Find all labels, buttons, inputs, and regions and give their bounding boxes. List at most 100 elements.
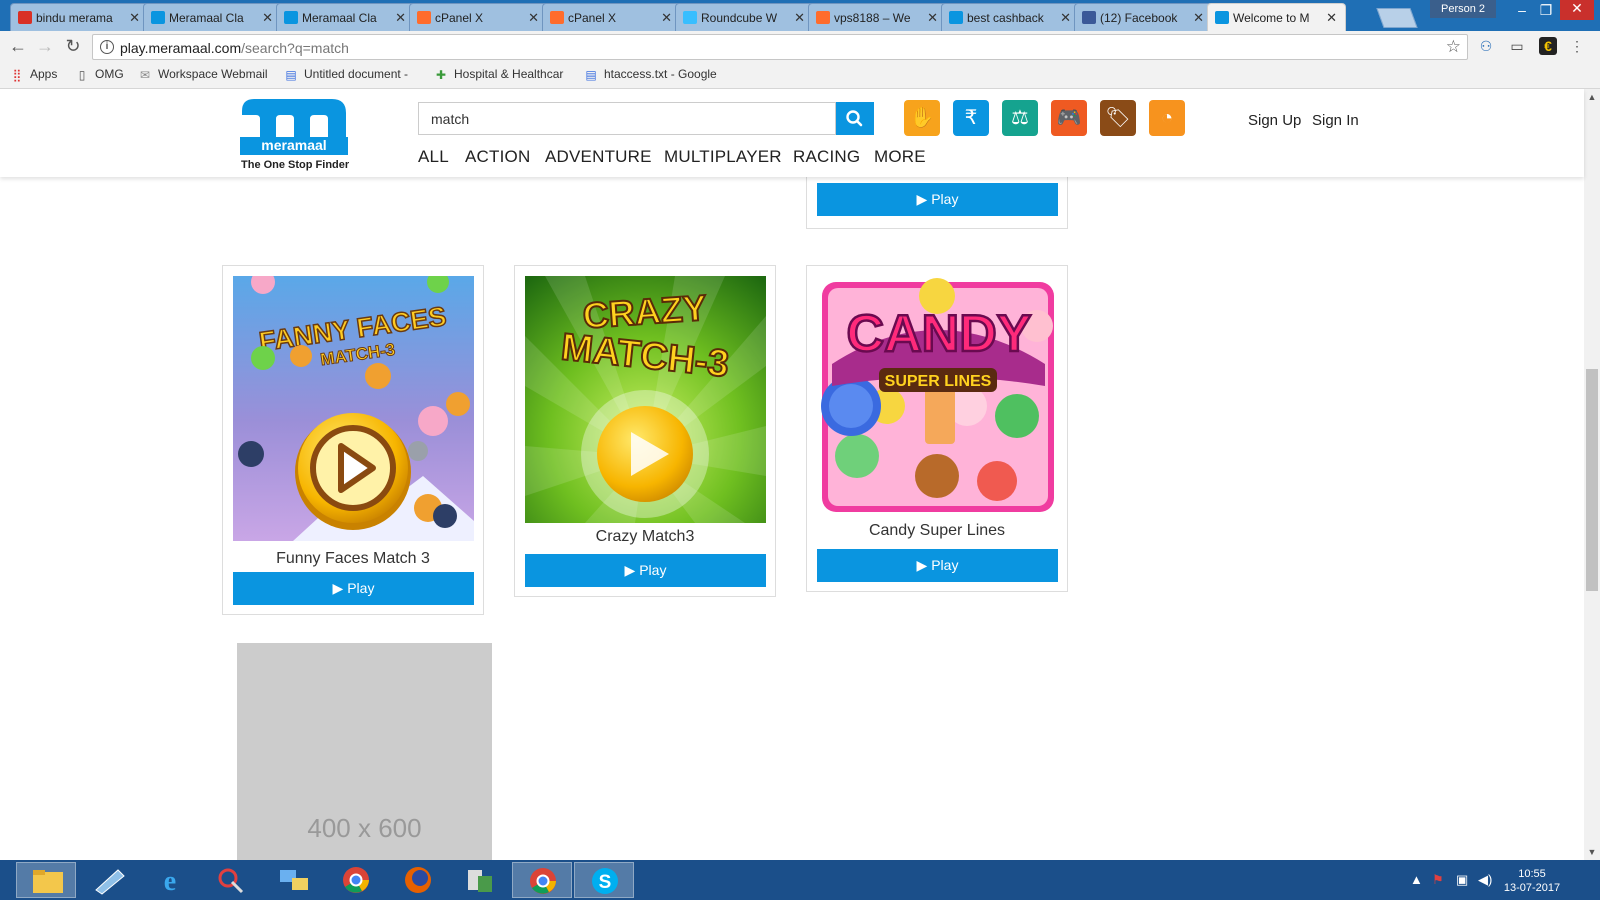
game-title[interactable]: Funny Faces Match 3 — [223, 550, 483, 568]
browser-tab[interactable]: vps8188 – We ✕ — [808, 3, 947, 31]
bookmark-item[interactable]: ✚ Hospital & Healthcar — [434, 67, 563, 82]
meramaal-icon — [151, 11, 165, 24]
game-card-funny-faces[interactable]: FANNY FACES MATCH-3 Funny Faces Match 3 … — [222, 265, 484, 615]
bookmark-item[interactable]: ▤ htaccess.txt - Google — [584, 67, 716, 82]
menu-dots-icon[interactable]: ⋮ — [1568, 37, 1586, 55]
play-button[interactable]: ▶ Play — [817, 183, 1058, 216]
tray-network-icon[interactable]: ▣ — [1456, 872, 1468, 888]
search-button[interactable] — [836, 102, 874, 135]
extension-user-icon[interactable]: ⚇ — [1477, 37, 1495, 55]
coupons-icon[interactable]: 🏷 — [1100, 100, 1136, 136]
bookmark-item[interactable]: ▤ Untitled document - — [284, 67, 408, 82]
browser-tab[interactable]: Meramaal Cla ✕ — [276, 3, 415, 31]
taskbar-file-explorer[interactable] — [16, 862, 76, 898]
tray-expand-icon[interactable]: ▲ — [1410, 872, 1423, 887]
bookmark-item[interactable]: ▯ OMG — [75, 67, 124, 82]
tray-volume-icon[interactable]: ◀) — [1478, 872, 1492, 888]
browser-tab[interactable]: (12) Facebook ✕ — [1074, 3, 1213, 31]
taskbar-clock[interactable]: 10:55 13-07-2017 — [1500, 867, 1564, 895]
game-thumbnail[interactable]: CRAZY MATCH-3 — [525, 276, 766, 523]
taskbar-firefox[interactable] — [388, 862, 448, 898]
tab-close-icon[interactable]: ✕ — [794, 10, 805, 26]
docs-icon: ▤ — [285, 68, 297, 82]
taskbar-snipping[interactable] — [202, 862, 262, 898]
taskbar-skype[interactable]: S — [574, 862, 634, 898]
nav-more[interactable]: MORE — [874, 147, 926, 167]
browser-tab[interactable]: bindu merama ✕ — [10, 3, 149, 31]
back-icon[interactable]: ← — [6, 36, 30, 57]
scroll-up-icon[interactable]: ▲ — [1584, 92, 1600, 102]
taskbar-file-manager[interactable] — [450, 862, 510, 898]
nav-all[interactable]: ALL — [418, 147, 449, 167]
url-text[interactable]: play.meramaal.com/search?q=match — [120, 40, 349, 56]
tray-flag-icon[interactable]: ⚑ — [1432, 872, 1444, 888]
scrollbar-thumb[interactable] — [1586, 369, 1598, 591]
game-thumbnail[interactable]: FANNY FACES MATCH-3 — [233, 276, 474, 541]
bookmarks-bar: ⣿ Apps ▯ OMG ✉ Workspace Webmail ▤ Untitled doc… — [0, 63, 1600, 89]
nav-adventure[interactable]: ADVENTURE — [545, 147, 652, 167]
search-input[interactable] — [418, 102, 836, 135]
extension-coin-icon[interactable]: € — [1539, 37, 1557, 55]
bookmark-item[interactable]: ✉ Workspace Webmail — [138, 67, 268, 82]
meramaal-logo[interactable]: meramaal — [240, 97, 348, 155]
nav-racing[interactable]: RACING — [793, 147, 860, 167]
ad-placeholder[interactable]: 400 x 600 — [237, 643, 492, 860]
svg-text:S: S — [599, 872, 612, 893]
play-button[interactable]: ▶ Play — [525, 554, 766, 587]
game-thumbnail[interactable]: CANDY SUPER LINES — [817, 276, 1058, 516]
tab-close-icon[interactable]: ✕ — [927, 10, 938, 26]
game-card-candy-super-lines[interactable]: CANDY SUPER LINES Candy Super Lines ▶ Pl… — [806, 265, 1068, 592]
taskbar-internet-explorer[interactable]: e — [140, 862, 200, 898]
taskbar-network-app[interactable] — [264, 862, 324, 898]
minimize-icon[interactable]: – — [1510, 2, 1534, 18]
taskbar-chrome-active[interactable] — [512, 862, 572, 898]
profile-button[interactable]: Person 2 — [1430, 0, 1496, 18]
game-card-crazy-match3[interactable]: CRAZY MATCH-3 Crazy Match3 ▶ Play — [514, 265, 776, 597]
bookmark-star-icon[interactable]: ☆ — [1446, 37, 1461, 57]
new-tab-button[interactable] — [1376, 8, 1418, 28]
scroll-down-icon[interactable]: ▼ — [1584, 847, 1600, 857]
games-icon[interactable]: 🎮 — [1051, 100, 1087, 136]
info-icon[interactable]: i — [100, 40, 114, 54]
browser-tab[interactable]: Roundcube W ✕ — [675, 3, 814, 31]
close-window-icon[interactable]: ✕ — [1560, 0, 1594, 20]
game-title[interactable]: Candy Super Lines — [807, 522, 1067, 540]
tab-close-icon[interactable]: ✕ — [262, 10, 273, 26]
play-button[interactable]: ▶ Play — [233, 572, 474, 605]
tab-close-icon[interactable]: ✕ — [1193, 10, 1204, 26]
taskbar-tool[interactable] — [78, 862, 138, 898]
tab-close-icon[interactable]: ✕ — [1326, 10, 1337, 26]
bookmark-item[interactable]: ⣿ Apps — [10, 67, 58, 82]
tab-close-icon[interactable]: ✕ — [129, 10, 140, 26]
nav-action[interactable]: ACTION — [465, 147, 530, 167]
address-bar[interactable]: i play.meramaal.com/search?q=match ☆ — [92, 34, 1468, 60]
meramaal-icon — [949, 11, 963, 24]
cpanel-icon — [816, 11, 830, 24]
tab-close-icon[interactable]: ✕ — [661, 10, 672, 26]
tab-close-icon[interactable]: ✕ — [395, 10, 406, 26]
browser-tab[interactable]: best cashback ✕ — [941, 3, 1080, 31]
browser-tab[interactable]: Welcome to M ✕ — [1207, 3, 1346, 31]
browser-tab[interactable]: cPanel X ✕ — [409, 3, 548, 31]
sign-up-link[interactable]: Sign Up — [1248, 112, 1301, 129]
forward-icon[interactable]: → — [33, 36, 57, 57]
browser-tab[interactable]: Meramaal Cla ✕ — [143, 3, 282, 31]
play-button[interactable]: ▶ Play — [817, 549, 1058, 582]
cashback-icon[interactable]: ₹ — [953, 100, 989, 136]
classifieds-icon[interactable]: ✋ — [904, 100, 940, 136]
hospital-icon: ✚ — [435, 68, 447, 82]
restore-icon[interactable]: ❐ — [1534, 2, 1558, 19]
sign-in-link[interactable]: Sign In — [1312, 112, 1359, 129]
extension-cast-icon[interactable]: ▭ — [1508, 37, 1526, 55]
tab-close-icon[interactable]: ✕ — [528, 10, 539, 26]
game-title[interactable]: Crazy Match3 — [515, 528, 775, 546]
tab-close-icon[interactable]: ✕ — [1060, 10, 1071, 26]
nav-multiplayer[interactable]: MULTIPLAYER — [664, 147, 782, 167]
browser-tab[interactable]: cPanel X ✕ — [542, 3, 681, 31]
blog-icon[interactable]: ◔ — [1149, 100, 1185, 136]
taskbar-chrome[interactable] — [326, 862, 386, 898]
reload-icon[interactable]: ↻ — [61, 36, 85, 57]
page-scrollbar[interactable]: ▲ ▼ — [1584, 89, 1600, 860]
jobs-icon[interactable]: ⚖ — [1002, 100, 1038, 136]
thumb-subtitle: SUPER LINES — [885, 373, 992, 390]
